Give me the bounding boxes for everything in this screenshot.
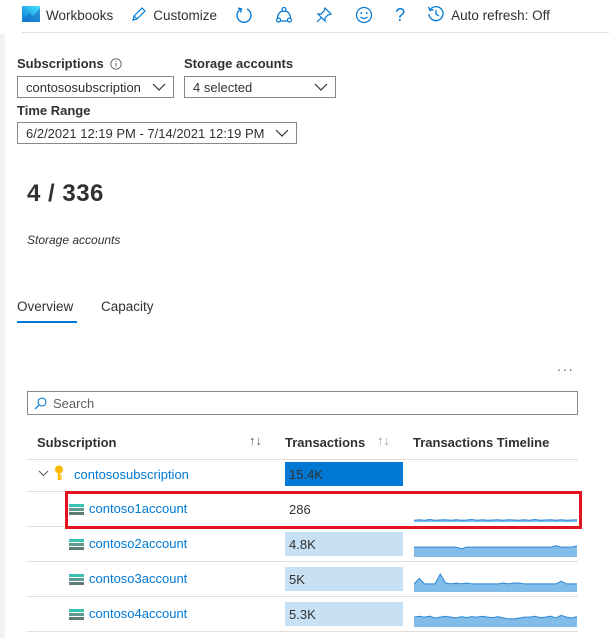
- storage-accounts-dropdown[interactable]: 4 selected: [184, 76, 336, 98]
- transactions-cell: 5K: [285, 567, 403, 591]
- transactions-sparkline: [414, 545, 577, 557]
- customize-button[interactable]: Customize: [131, 6, 217, 25]
- subscriptions-label-text: Subscriptions: [17, 56, 104, 71]
- transactions-sparkline: [414, 572, 577, 592]
- storage-account-link[interactable]: contoso3account: [89, 571, 187, 586]
- storage-account-icon: [69, 574, 84, 585]
- row-divider: [27, 526, 578, 527]
- column-header-transactions[interactable]: Transactions: [285, 435, 365, 450]
- row-divider: [27, 596, 578, 597]
- tab-selected-indicator: [17, 321, 77, 323]
- pin-icon[interactable]: [315, 6, 333, 24]
- history-clock-icon: [427, 5, 451, 26]
- more-options-button[interactable]: ...: [557, 358, 575, 374]
- transactions-cell: 5.3K: [285, 602, 403, 626]
- transactions-value: 286: [289, 501, 311, 517]
- storage-account-link[interactable]: contoso4account: [89, 606, 187, 621]
- column-header-subscription[interactable]: Subscription: [37, 435, 116, 450]
- workbooks-button[interactable]: Workbooks: [22, 5, 114, 25]
- storage-account-link[interactable]: contoso1account: [89, 501, 187, 516]
- chevron-down-icon: [314, 83, 328, 91]
- time-range-label: Time Range: [17, 103, 91, 118]
- storage-count: 4 / 336: [27, 180, 104, 207]
- key-icon: [55, 465, 63, 480]
- subscriptions-dropdown[interactable]: contososubscription: [17, 76, 174, 98]
- column-header-timeline[interactable]: Transactions Timeline: [413, 435, 549, 450]
- time-range-dropdown[interactable]: 6/2/2021 12:19 PM - 7/14/2021 12:19 PM: [17, 122, 297, 144]
- transactions-cell: 286: [285, 497, 403, 521]
- info-icon[interactable]: [110, 58, 122, 73]
- tab-capacity[interactable]: Capacity: [101, 299, 154, 314]
- storage-accounts-value: 4 selected: [193, 79, 253, 95]
- transactions-value: 5.3K: [289, 606, 316, 622]
- sort-icon[interactable]: ↑↓: [377, 433, 390, 448]
- subscription-link[interactable]: contososubscription: [74, 467, 189, 482]
- transactions-value: 15.4K: [289, 466, 323, 482]
- help-icon[interactable]: ?: [395, 5, 405, 26]
- sparkline-line: [414, 518, 577, 521]
- subscriptions-label: Subscriptions: [17, 56, 122, 73]
- transactions-sparkline: [414, 614, 577, 627]
- transactions-cell: 4.8K: [285, 532, 403, 556]
- transactions-value: 5K: [289, 571, 305, 587]
- sort-icon[interactable]: ↑↓: [249, 433, 262, 448]
- row-divider: [27, 631, 578, 632]
- search-input[interactable]: [51, 394, 555, 412]
- auto-refresh-button[interactable]: Auto refresh: Off: [427, 5, 550, 26]
- subscriptions-value: contososubscription: [26, 79, 141, 95]
- workbooks-icon: [22, 5, 46, 25]
- toolbar-divider: [22, 32, 609, 33]
- storage-account-icon: [69, 539, 84, 550]
- row-divider: [27, 491, 578, 492]
- storage-account-icon: [69, 609, 84, 620]
- storage-count-label: Storage accounts: [27, 233, 121, 247]
- search-box[interactable]: [27, 391, 578, 415]
- customize-label: Customize: [153, 7, 218, 23]
- header-divider: [27, 459, 578, 460]
- storage-accounts-label: Storage accounts: [184, 56, 294, 71]
- workbooks-label: Workbooks: [46, 7, 114, 23]
- chevron-down-icon: [152, 83, 166, 91]
- chevron-down-icon: [275, 129, 289, 137]
- transactions-sparkline: [414, 518, 577, 522]
- transactions-cell: 15.4K: [285, 462, 403, 486]
- tab-overview[interactable]: Overview: [17, 299, 73, 314]
- storage-account-icon: [69, 504, 84, 515]
- storage-account-link[interactable]: contoso2account: [89, 536, 187, 551]
- chevron-down-icon[interactable]: [38, 470, 49, 477]
- transactions-value: 4.8K: [289, 536, 316, 552]
- auto-refresh-label: Auto refresh: Off: [451, 7, 550, 23]
- time-range-value: 6/2/2021 12:19 PM - 7/14/2021 12:19 PM: [26, 125, 265, 141]
- refresh-icon[interactable]: [235, 6, 253, 24]
- row-divider: [27, 561, 578, 562]
- feedback-smile-icon[interactable]: [355, 6, 373, 24]
- toolbar: Workbooks Customize ? Auto refresh: Off: [22, 0, 609, 30]
- pencil-icon: [131, 6, 153, 25]
- search-icon: [34, 396, 47, 409]
- share-icon[interactable]: [275, 6, 293, 24]
- left-panel-edge: [0, 34, 5, 638]
